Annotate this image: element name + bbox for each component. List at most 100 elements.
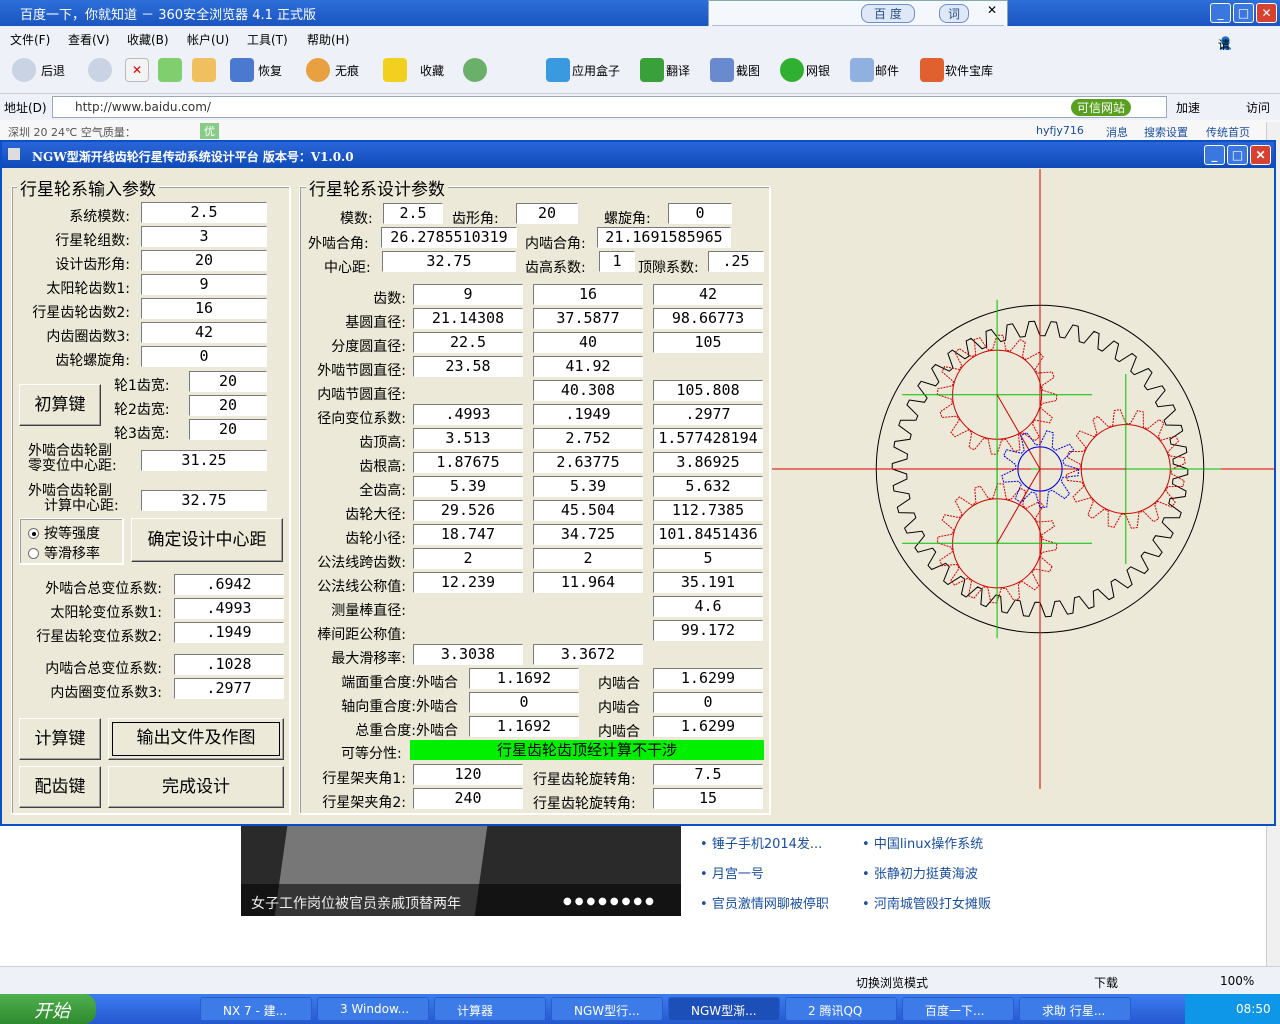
translate-icon[interactable] [640,58,664,82]
news-caption[interactable]: 女子工作岗位被官员亲戚顶替两年 [251,893,461,913]
input-field[interactable]: 20 [141,250,267,271]
helix-value[interactable]: 0 [668,203,732,224]
screenshot-icon[interactable] [710,58,734,82]
overlap-ext-value[interactable]: 0 [469,692,579,713]
param-value[interactable]: 34.725 [533,524,643,545]
classic-home-link[interactable]: 传统首页 [1206,124,1250,140]
finish-design-button[interactable]: 完成设计 [108,766,284,808]
close-icon[interactable]: ✕ [987,3,997,17]
param-value[interactable]: 2 [413,548,523,569]
news-link[interactable]: • 月宫一号 [700,863,764,882]
input-field[interactable]: 42 [141,322,267,343]
software-button[interactable]: 软件宝库 [945,62,993,79]
param-value[interactable]: 5.632 [653,476,763,497]
param-value[interactable]: 29.526 [413,500,523,521]
start-button[interactable]: 开始 [0,994,96,1024]
addendum-coef-value[interactable]: 1 [599,251,635,272]
mail-icon[interactable] [850,58,874,82]
carrier-value[interactable]: 120 [413,764,523,785]
mesh-button[interactable]: 配齿键 [19,766,101,808]
news-link[interactable]: • 张静初力挺黄海波 [862,863,978,882]
maximize-button[interactable]: □ [1233,3,1254,23]
forward-icon[interactable] [88,58,112,82]
param-value[interactable]: 2.63775 [533,452,643,473]
restore-icon[interactable] [230,58,254,82]
param-value[interactable]: 3.3038 [413,644,523,665]
taskbar-task[interactable]: 百度一下... [902,997,1014,1021]
input-field[interactable]: 16 [141,298,267,319]
search-engine-select[interactable]: 百 度 [861,4,915,23]
param-value[interactable]: 3.3672 [533,644,643,665]
overlap-int-value[interactable]: 0 [653,692,763,713]
taskbar-task[interactable]: NGW型行... [551,997,663,1021]
news-link[interactable]: • 中国linux操作系统 [862,833,983,852]
param-value[interactable]: 3.86925 [653,452,763,473]
overlap-ext-value[interactable]: 1.1692 [469,716,579,737]
browse-mode-button[interactable]: 切换浏览模式 [856,974,928,991]
appbox-button[interactable]: 应用盒子 [572,62,620,79]
bank-icon[interactable] [780,58,804,82]
planet-rotation-value[interactable]: 7.5 [653,764,763,785]
search-mode-button[interactable]: 词 [939,4,970,23]
clearance-coef-value[interactable]: .25 [708,251,764,272]
param-value[interactable]: 99.172 [653,620,763,641]
minimize-button[interactable]: _ [1210,3,1231,23]
overlap-int-value[interactable]: 1.6299 [653,668,763,689]
param-value[interactable]: 22.5 [413,332,523,353]
shift-field[interactable]: .6942 [174,574,284,595]
param-value[interactable]: 41.92 [533,356,643,377]
taskbar-task[interactable]: NX 7 - 建... [200,997,312,1021]
input-field[interactable]: 3 [141,226,267,247]
param-value[interactable]: 1.577428194 [653,428,763,449]
username-link[interactable]: hyfjy716 [1036,124,1084,137]
menu-help[interactable]: 帮助(H) [307,31,349,48]
width2-input[interactable]: 20 [189,395,267,416]
input-field[interactable]: 9 [141,274,267,295]
param-value[interactable]: 2.752 [533,428,643,449]
zoom-level[interactable]: 100% [1220,974,1254,988]
messages-link[interactable]: 消息 [1106,124,1128,140]
param-value[interactable]: 12.239 [413,572,523,593]
clock-icon[interactable] [463,58,487,82]
search-settings-link[interactable]: 搜索设置 [1144,124,1188,140]
module-value[interactable]: 2.5 [383,203,443,224]
param-value[interactable]: 112.7385 [653,500,763,521]
close-button[interactable]: ✕ [1256,3,1277,23]
pressure-angle-value[interactable]: 20 [516,203,578,224]
menu-tools[interactable]: 工具(T) [247,31,288,48]
param-value[interactable]: 45.504 [533,500,643,521]
news-slideshow[interactable]: 女子工作岗位被官员亲戚顶替两年 ●●●●●●●● [241,826,681,916]
param-value[interactable]: 21.14308 [413,308,523,329]
param-value[interactable]: 105 [653,332,763,353]
int-angle-value[interactable]: 21.1691585965 [597,227,731,248]
param-value[interactable]: 40 [533,332,643,353]
ext-angle-value[interactable]: 26.2785510319 [381,227,517,248]
param-value[interactable]: 42 [653,284,763,305]
screenshot-button[interactable]: 截图 [736,62,760,79]
param-value[interactable]: .1949 [533,404,643,425]
menu-view[interactable]: 查看(V) [68,31,110,48]
calc-center-value[interactable]: 32.75 [141,490,267,511]
input-field[interactable]: 0 [141,346,267,367]
param-value[interactable]: 40.308 [533,380,643,401]
menu-file[interactable]: 文件(F) [10,31,50,48]
overlap-int-value[interactable]: 1.6299 [653,716,763,737]
software-icon[interactable] [920,58,944,82]
param-value[interactable]: 23.58 [413,356,523,377]
trusted-badge[interactable]: 可信网站 [1071,99,1132,116]
param-value[interactable]: 4.6 [653,596,763,617]
center-distance-value[interactable]: 32.75 [382,251,516,272]
download-button[interactable]: 下载 [1094,974,1118,991]
url-input[interactable]: http://www.baidu.com/ 可信网站 [52,96,1167,118]
accelerate-button[interactable]: 加速 [1176,99,1200,116]
menu-account[interactable]: 帐户(U) [187,31,229,48]
translate-button[interactable]: 翻译 [666,62,690,79]
menu-favorites[interactable]: 收藏(B) [127,31,169,48]
param-value[interactable]: 5.39 [413,476,523,497]
param-value[interactable]: 9 [413,284,523,305]
restore-button[interactable]: 恢复 [258,62,282,79]
radio-equal-strength[interactable]: 按等强度 [28,523,100,543]
radio-equal-slip[interactable]: 等滑移率 [28,543,100,563]
input-field[interactable]: 2.5 [141,202,267,223]
param-value[interactable]: 98.66773 [653,308,763,329]
